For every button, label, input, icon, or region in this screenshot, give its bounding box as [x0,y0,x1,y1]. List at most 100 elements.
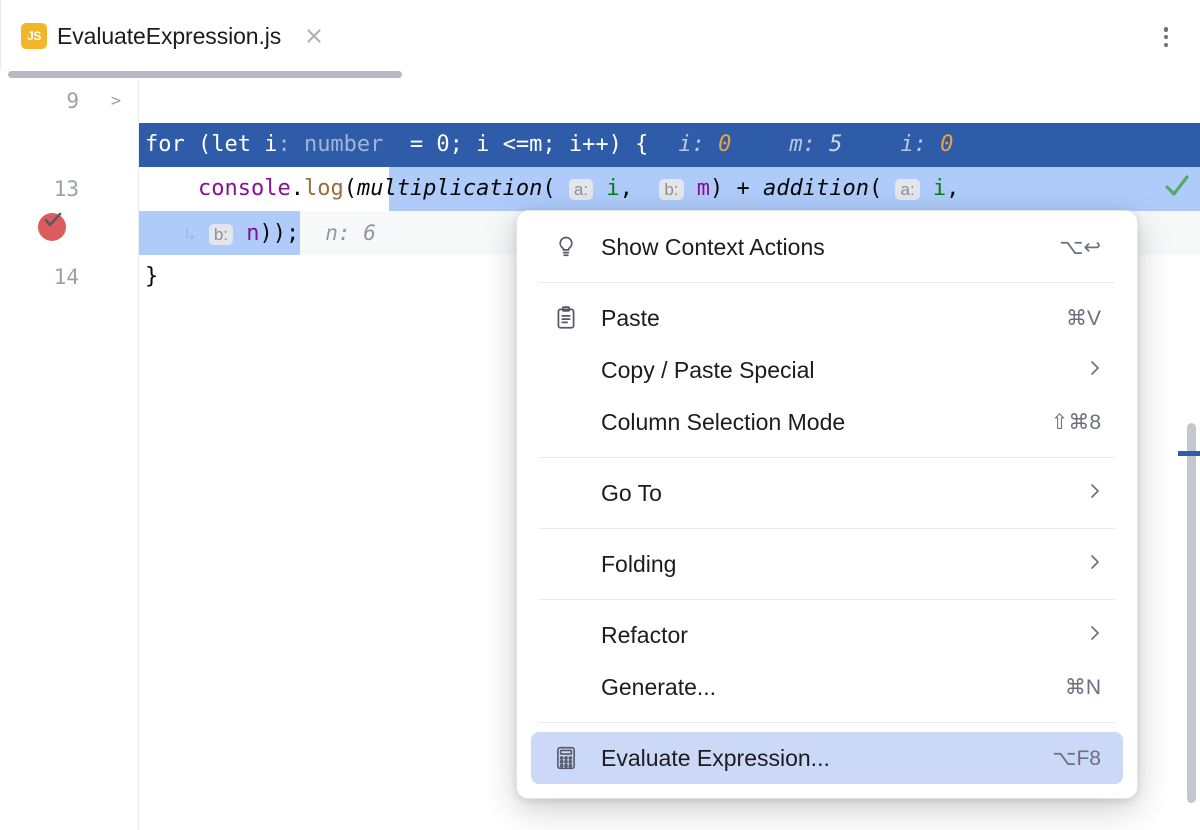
menu-item-paste[interactable]: Paste ⌘V [531,292,1123,344]
token-arg-i2: i [933,176,946,201]
execution-point-highlight: for (let i: number = 0; i <=m; i++) {i: … [139,123,1200,167]
menu-item-label: Refactor [601,622,688,649]
menu-item-label: Generate... [601,674,716,701]
debug-var-value: 0 [940,132,953,157]
menu-item-label: Show Context Actions [601,234,825,261]
debug-inline-value: n: 6 [325,221,376,245]
chevron-right-icon [1089,358,1101,382]
vertical-scrollbar[interactable] [1187,423,1196,803]
menu-separator [539,282,1115,283]
param-hint-b: b: [659,179,683,200]
menu-item-shortcut: ⌥↩ [1059,235,1101,260]
check-glyph [1162,171,1192,201]
line-number: 14 [19,255,79,299]
menu-item-evaluate-expression[interactable]: Evaluate Expression... ⌥F8 [531,732,1123,784]
param-hint-b2: b: [209,224,233,245]
token-paren: ) [710,176,723,201]
code-text: console.log(multiplication( a: i, b: m) … [145,167,959,211]
menu-item-shortcut: ⌘N [1065,675,1101,700]
menu-separator [539,599,1115,600]
horizontal-scrollbar[interactable] [8,71,402,78]
token-plus: + [723,176,763,201]
token-comma: , [946,176,959,201]
menu-item-label: Column Selection Mode [601,409,845,436]
menu-item-label: Go To [601,480,662,507]
debug-var-name: i: [678,132,705,157]
more-options-icon[interactable] [1154,24,1178,50]
token-log: log [304,176,344,201]
gutter-row: 9 > [0,79,139,123]
menu-item-go-to[interactable]: Go To [531,467,1123,519]
editor-gutter[interactable]: 9 > 13 14 [0,79,139,830]
token-call-addition: addition [763,176,869,201]
ide-window: JS EvaluateExpression.js 9 > 13 [0,0,1200,830]
calculator-icon [553,745,583,771]
breakpoint-verified-icon[interactable] [38,213,66,241]
close-icon[interactable] [303,25,325,47]
menu-separator [539,528,1115,529]
code-text: ↳ b: n)); n: 6 [145,211,376,255]
tab-title: EvaluateExpression.js [57,23,281,50]
token-dot: . [291,176,304,201]
debug-var-name: m: [789,132,816,157]
menu-separator [539,457,1115,458]
menu-item-label: Copy / Paste Special [601,357,815,384]
kebab-dot [1164,43,1169,48]
menu-item-show-context-actions[interactable]: Show Context Actions ⌥↩ [531,221,1123,273]
token-arg-n: n [246,221,259,246]
token-arg-i: i [606,176,619,201]
token-close-tail: )); [260,221,300,246]
menu-item-label: Paste [601,305,660,332]
menu-item-label: Folding [601,551,676,578]
fold-arrow-icon[interactable]: > [107,79,125,123]
checkmark-ok-icon[interactable] [1162,171,1192,205]
code-marker [1178,451,1200,456]
menu-item-column-selection-mode[interactable]: Column Selection Mode ⇧⌘8 [531,396,1123,448]
param-hint-a: a: [569,179,593,200]
menu-item-shortcut: ⌥F8 [1052,746,1101,771]
code-text: for (let i: number = 0; i <=m; i++) {i: … [145,123,953,167]
menu-item-shortcut: ⇧⌘8 [1051,410,1101,435]
line-number: 9 [19,79,79,123]
kebab-dot [1164,35,1169,40]
menu-item-copy-paste-special[interactable]: Copy / Paste Special [531,344,1123,396]
menu-item-folding[interactable]: Folding [531,538,1123,590]
code-text: function multiplication(a,b) {...} [145,79,734,123]
menu-item-generate[interactable]: Generate... ⌘N [531,661,1123,713]
editor-tab[interactable]: JS EvaluateExpression.js [21,14,325,58]
token-for: for (let i [145,132,277,157]
wrap-arrow-icon: ↳ [185,224,196,245]
chevron-right-icon [1089,623,1101,647]
code-line-9: function multiplication(a,b) {...} [139,79,1200,123]
token-call-multiplication: multiplication [357,176,542,201]
chevron-right-icon [1089,481,1101,505]
indent [145,176,198,201]
context-menu[interactable]: Show Context Actions ⌥↩ Paste ⌘V Copy / … [516,210,1138,799]
lightbulb-icon [553,234,583,260]
editor-tab-bar: JS EvaluateExpression.js [0,0,1200,72]
token-paren: ( [869,176,882,201]
token-rest: = 0; i <=m; i++) { [383,132,648,157]
gutter-row: 14 [0,255,139,299]
code-line-executing: for (let i: number = 0; i <=m; i++) {i: … [139,123,1200,167]
breakpoint-check-glyph [43,211,63,231]
token-arg-m: m [697,176,710,201]
token-paren: ( [344,176,357,201]
code-text: } [145,255,158,299]
param-hint-a2: a: [895,179,919,200]
gutter-row-breakpoint [0,123,139,167]
gutter-row: 13 [0,167,139,211]
menu-item-shortcut: ⌘V [1066,306,1101,331]
clipboard-icon [553,305,583,331]
token-paren: ( [542,176,555,201]
token-console: console [198,176,291,201]
inlay-type-hint: : number [277,132,383,157]
code-line-13: console.log(multiplication( a: i, b: m) … [139,167,1200,211]
menu-separator [539,722,1115,723]
line-number: 13 [19,167,79,211]
gutter-row-wrap [0,211,139,255]
menu-item-refactor[interactable]: Refactor [531,609,1123,661]
token-comma: , [620,176,633,201]
menu-item-label: Evaluate Expression... [601,745,830,772]
debug-var-value: 0 [718,132,731,157]
